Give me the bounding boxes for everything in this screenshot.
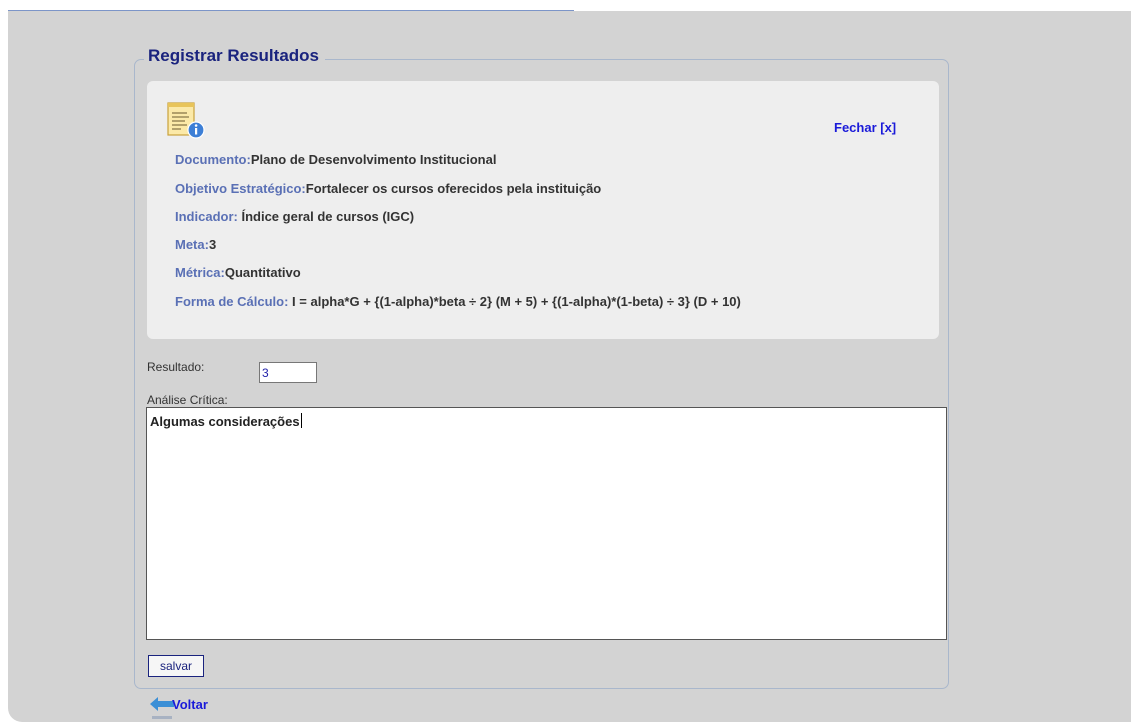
back-arrow-icon [150,697,174,711]
resultado-input[interactable]: 3 [259,362,317,383]
close-link[interactable]: Fechar [x] [834,120,896,135]
forma-calculo-value: I = alpha*G + {(1-alpha)*beta ÷ 2} (M + … [292,294,741,309]
meta-label: Meta: [175,237,209,252]
analise-text: Algumas considerações [150,414,300,429]
page-title: Registrar Resultados [144,46,325,66]
resultado-label: Resultado: [147,360,205,374]
back-label: Voltar [172,696,208,712]
documento-label: Documento: [175,152,251,167]
meta-value: 3 [208,237,217,252]
objetivo-label: Objetivo Estratégico: [175,181,306,196]
metrica-label: Métrica: [175,265,225,280]
documento-row: Documento:Plano de Desenvolvimento Insti… [175,152,496,167]
analise-textarea[interactable]: Algumas considerações [146,407,947,640]
forma-calculo-row: Forma de Cálculo: I = alpha*G + {(1-alph… [175,294,741,309]
back-link-shadow [152,716,172,719]
indicador-label: Indicador: [175,209,238,224]
indicador-value: Índice geral de cursos (IGC) [241,209,415,224]
indicador-row: Indicador: Índice geral de cursos (IGC) [175,209,414,224]
document-info-icon [167,102,205,139]
meta-row: Meta:3 [175,237,216,252]
text-caret [300,413,302,428]
objetivo-value: Fortalecer os cursos oferecidos pela ins… [305,181,602,196]
back-link[interactable]: Voltar [150,695,208,713]
forma-calculo-label: Forma de Cálculo: [175,294,289,309]
save-button[interactable]: salvar [148,655,204,677]
metrica-value: Quantitativo [224,265,301,280]
objetivo-row: Objetivo Estratégico:Fortalecer os curso… [175,181,601,196]
metrica-row: Métrica:Quantitativo [175,265,301,280]
analise-label: Análise Crítica: [147,393,228,407]
documento-value: Plano de Desenvolvimento Institucional [250,152,497,167]
